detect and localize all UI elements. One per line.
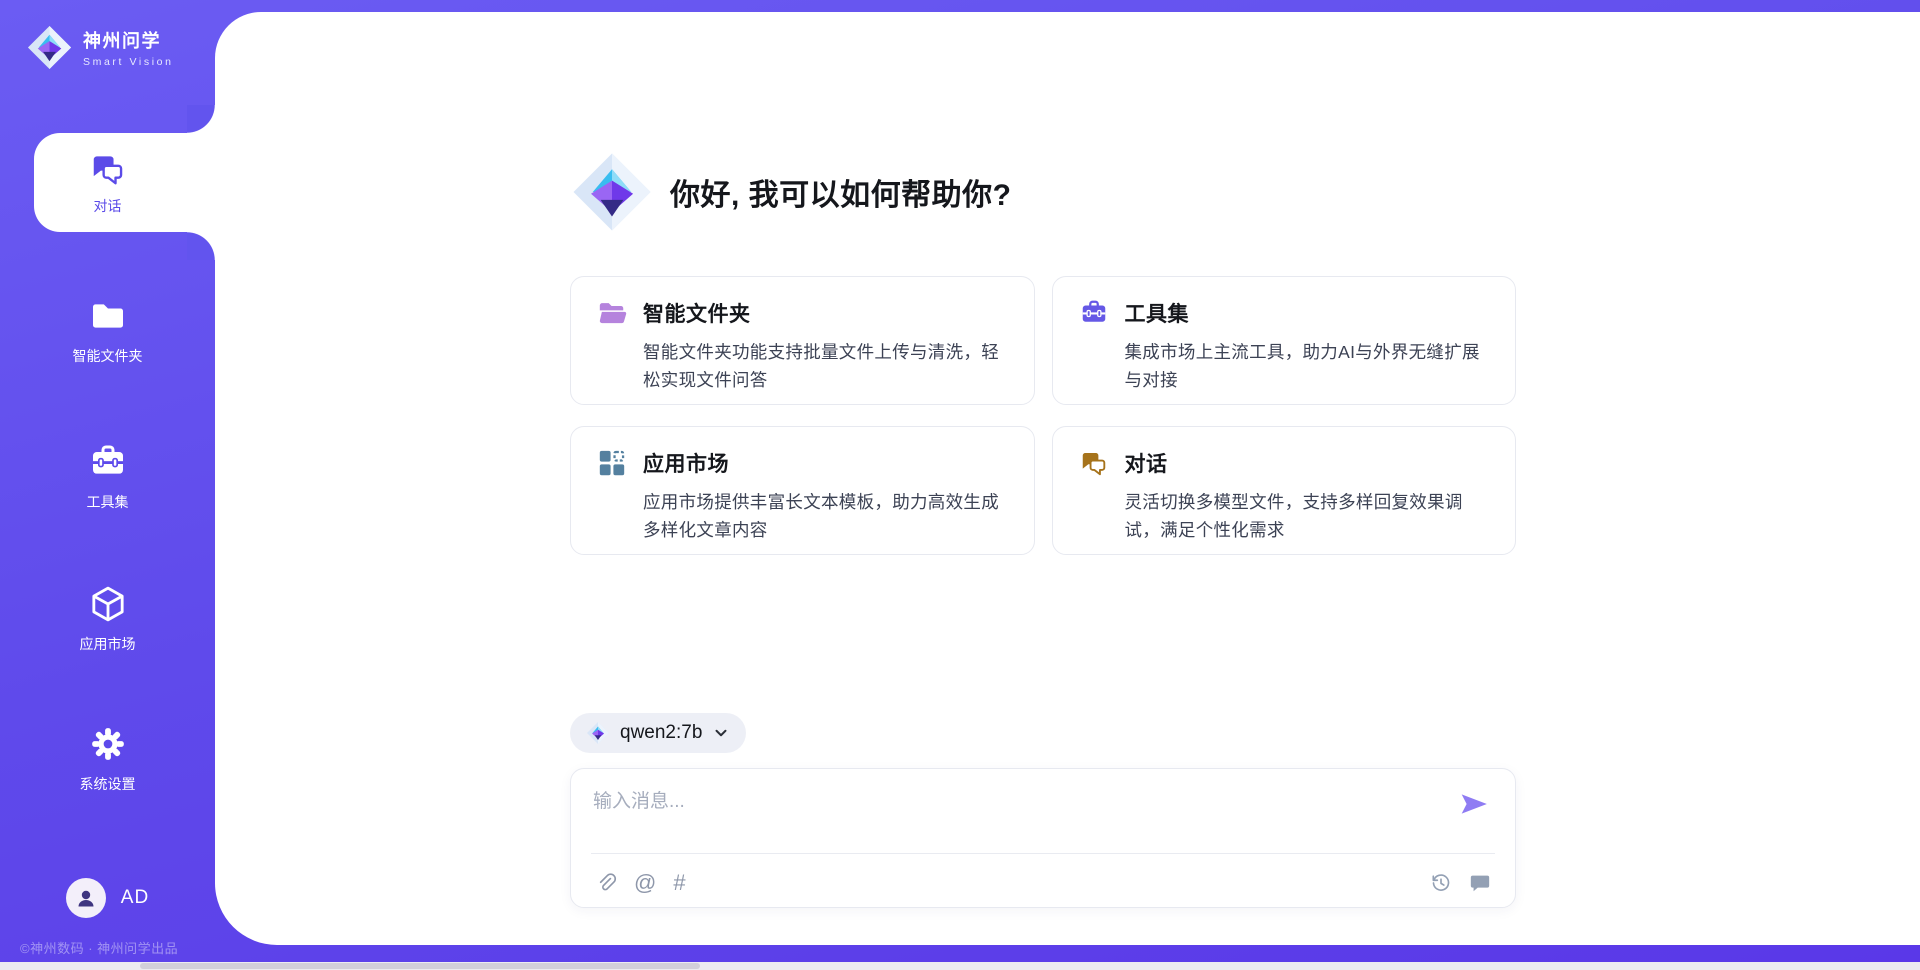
sidebar: 神州问学 Smart Vision 对话 智能文件夹 工具集 应用市场 系统设置 <box>0 0 215 970</box>
send-icon <box>1459 791 1489 817</box>
history-button[interactable] <box>1430 872 1452 894</box>
toolbox-icon <box>1079 298 1109 328</box>
quick-reply-icon <box>1469 872 1491 894</box>
model-selector[interactable]: qwen2:7b <box>570 713 746 753</box>
card-title: 智能文件夹 <box>643 298 751 328</box>
card-title: 工具集 <box>1125 298 1190 328</box>
folder-open-icon <box>597 298 627 328</box>
card-toolset[interactable]: 工具集 集成市场上主流工具，助力AI与外界无缝扩展与对接 <box>1052 276 1517 405</box>
gem-diamond-icon <box>570 150 654 234</box>
user-menu[interactable]: AD <box>0 878 215 918</box>
chevron-down-icon <box>712 724 730 742</box>
gear-icon <box>88 724 128 764</box>
card-chat[interactable]: 对话 灵活切换多模型文件，支持多样回复效果调试，满足个性化需求 <box>1052 426 1517 555</box>
sidebar-item-app-market[interactable]: 应用市场 <box>0 584 215 654</box>
chat-bubbles-icon <box>1079 448 1109 478</box>
card-description: 智能文件夹功能支持批量文件上传与清洗，轻松实现文件问答 <box>643 338 1008 394</box>
gem-diamond-icon <box>26 24 73 71</box>
message-composer: @ # <box>570 768 1516 908</box>
brand-logo: 神州问学 Smart Vision <box>0 0 215 71</box>
main-panel: 你好, 我可以如何帮助你? 智能文件夹 智能文件夹功能支持批量文件上传与清洗，轻… <box>215 12 1920 945</box>
mention-icon: @ <box>634 872 656 894</box>
card-description: 集成市场上主流工具，助力AI与外界无缝扩展与对接 <box>1125 338 1490 394</box>
user-icon <box>74 886 98 910</box>
card-description: 应用市场提供丰富长文本模板，助力高效生成多样化文章内容 <box>643 488 1008 544</box>
composer-tools-left: @ # <box>595 872 686 894</box>
horizontal-scrollbar[interactable] <box>0 962 1920 970</box>
send-button[interactable] <box>1459 791 1489 817</box>
chat-home-content: 你好, 我可以如何帮助你? 智能文件夹 智能文件夹功能支持批量文件上传与清洗，轻… <box>570 12 1516 908</box>
folder-icon <box>88 296 128 336</box>
sidebar-item-chat[interactable]: 对话 <box>34 133 215 232</box>
composer-divider <box>591 853 1495 854</box>
history-icon <box>1430 872 1452 894</box>
grid-icon <box>597 448 627 478</box>
feature-cards: 智能文件夹 智能文件夹功能支持批量文件上传与清洗，轻松实现文件问答 工具集 集成… <box>570 276 1516 555</box>
card-app-market[interactable]: 应用市场 应用市场提供丰富长文本模板，助力高效生成多样化文章内容 <box>570 426 1035 555</box>
sidebar-item-label: 应用市场 <box>80 634 136 654</box>
quick-reply-button[interactable] <box>1469 872 1491 894</box>
sidebar-nav: 对话 智能文件夹 工具集 应用市场 系统设置 <box>0 133 215 794</box>
sidebar-item-label: 工具集 <box>87 492 129 512</box>
brand-name: 神州问学 <box>83 27 174 53</box>
card-smart-folder[interactable]: 智能文件夹 智能文件夹功能支持批量文件上传与清洗，轻松实现文件问答 <box>570 276 1035 405</box>
sidebar-item-smart-folder[interactable]: 智能文件夹 <box>0 296 215 366</box>
gem-diamond-icon <box>586 721 610 745</box>
brand-subtitle: Smart Vision <box>83 56 174 68</box>
greeting-row: 你好, 我可以如何帮助你? <box>570 150 1516 234</box>
cube-icon <box>88 584 128 624</box>
composer-tools-right <box>1430 872 1491 894</box>
model-name: qwen2:7b <box>620 722 702 744</box>
toolbox-icon <box>88 442 128 482</box>
sidebar-item-settings[interactable]: 系统设置 <box>0 724 215 794</box>
topic-icon: # <box>673 872 685 894</box>
attachment-icon <box>595 872 617 894</box>
message-input[interactable] <box>593 786 1433 844</box>
card-title: 应用市场 <box>643 448 729 478</box>
card-description: 灵活切换多模型文件，支持多样回复效果调试，满足个性化需求 <box>1125 488 1490 544</box>
card-title: 对话 <box>1125 448 1168 478</box>
mention-button[interactable]: @ <box>634 872 656 894</box>
sidebar-item-label: 智能文件夹 <box>73 346 143 366</box>
greeting-text: 你好, 我可以如何帮助你? <box>670 170 1012 214</box>
avatar <box>66 878 106 918</box>
sidebar-item-label: 系统设置 <box>80 774 136 794</box>
sidebar-item-toolset[interactable]: 工具集 <box>0 442 215 512</box>
topic-button[interactable]: # <box>673 872 685 894</box>
attachment-button[interactable] <box>595 872 617 894</box>
user-name: AD <box>121 887 149 909</box>
chat-bubbles-icon <box>89 150 127 188</box>
scrollbar-thumb[interactable] <box>140 963 700 969</box>
sidebar-footer: ©神州数码 · 神州问学出品 <box>20 938 178 957</box>
sidebar-item-label: 对话 <box>94 196 122 216</box>
